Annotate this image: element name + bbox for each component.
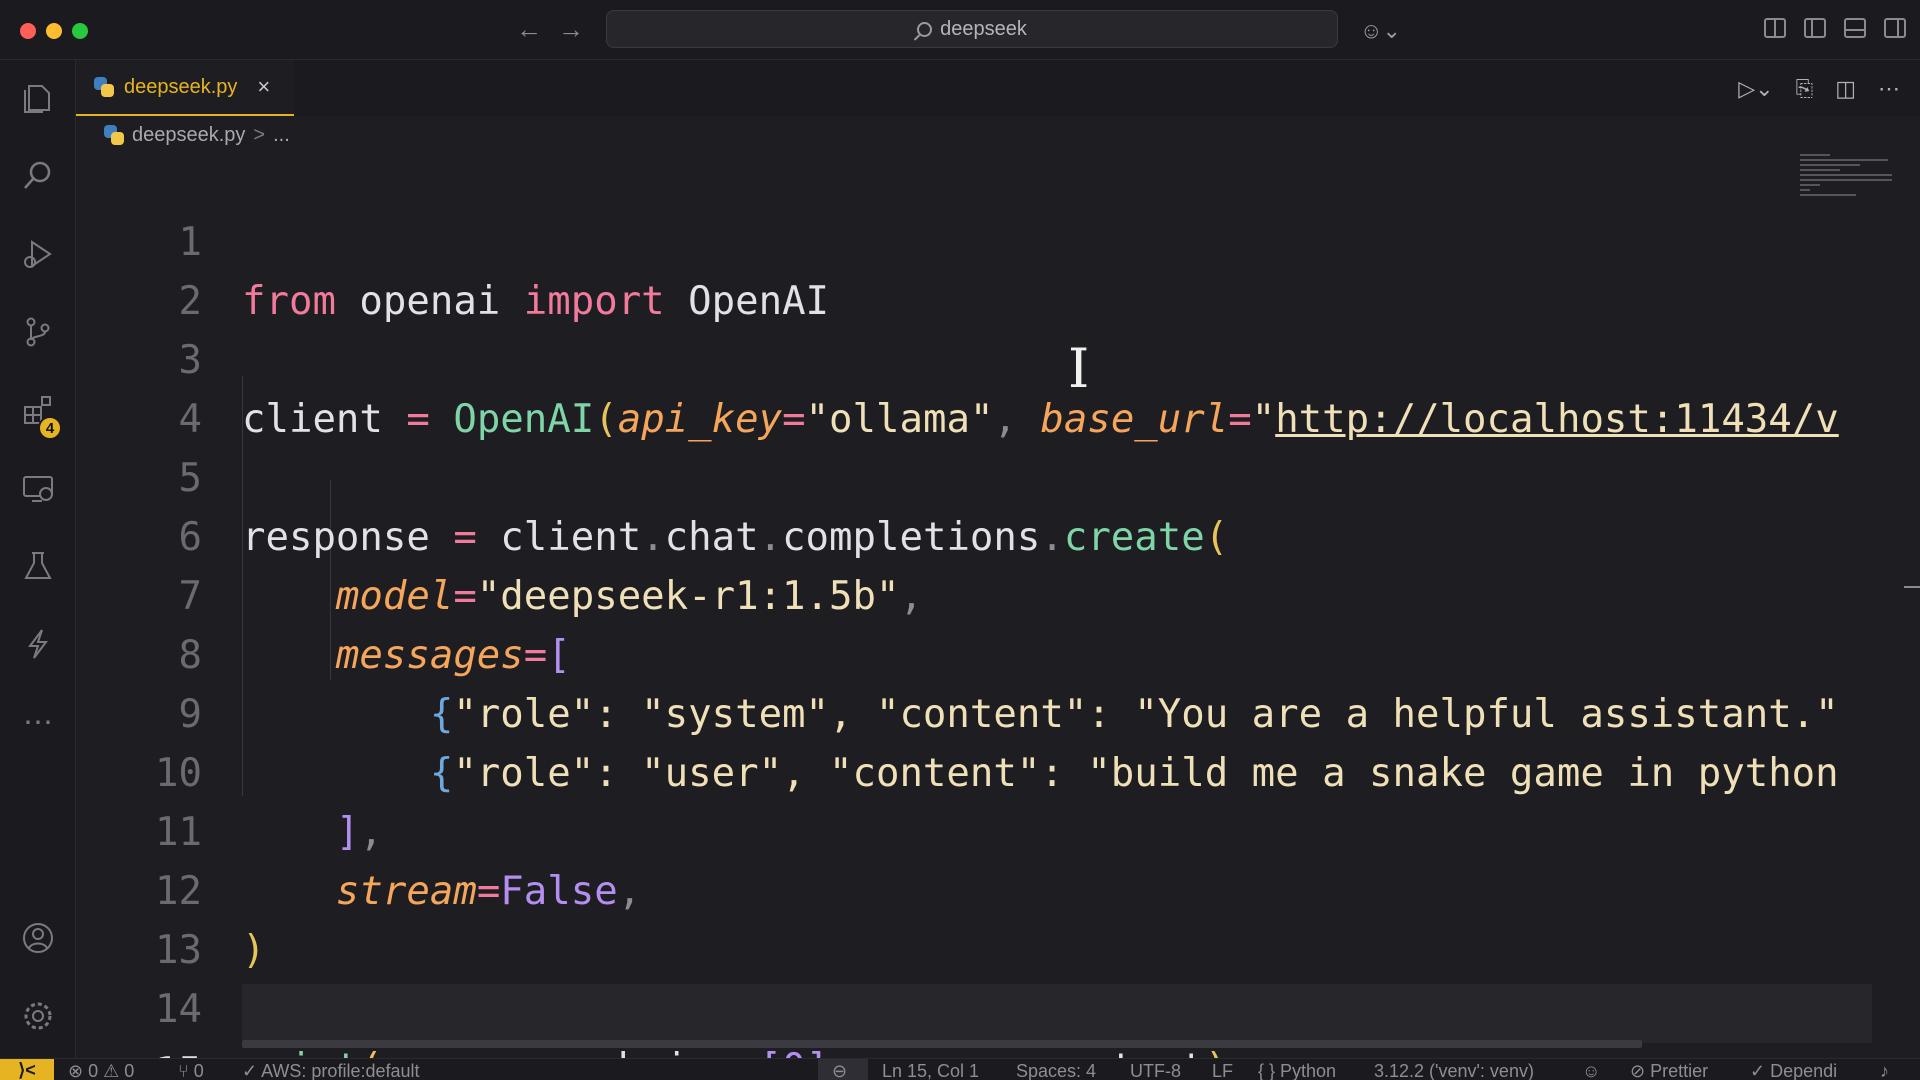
dependi-status[interactable]: ✓ Dependi	[1750, 1060, 1837, 1080]
open-changes-icon[interactable]: ⎘	[1796, 76, 1814, 102]
code-line: 9 {"role": "user", "content": "build me …	[76, 626, 1839, 796]
breadcrumb-separator: >	[253, 123, 266, 146]
tab-label: deepseek.py	[124, 75, 238, 98]
back-arrow-icon[interactable]: ←	[516, 14, 542, 44]
breadcrumb-symbols[interactable]: ...	[273, 124, 290, 147]
code-line: 2	[76, 213, 1796, 324]
code-line: 6 model="deepseek-r1:1.5b",	[76, 449, 1796, 619]
command-center-search[interactable]: deepseek	[606, 10, 1338, 48]
toggle-secondary-sidebar-icon[interactable]	[1884, 18, 1906, 38]
language-mode[interactable]: { } Python	[1258, 1060, 1336, 1080]
problems-indicator[interactable]: ⊗ 0 ⚠ 0	[68, 1060, 134, 1080]
encoding[interactable]: UTF-8	[1130, 1060, 1181, 1080]
editor-tab-bar: deepseek.py × ▷⌄ ⎘ ◫ ⋯	[76, 60, 1920, 116]
code-line: 10 ],	[76, 685, 1796, 855]
remote-indicator[interactable]: ⟩<	[0, 1059, 54, 1080]
search-icon	[917, 21, 933, 37]
status-bar: ⟩< ⊗ 0 ⚠ 0 ⑂ 0 ✓ AWS: profile:default ⊖ …	[0, 1058, 1920, 1080]
aws-toolkit-icon[interactable]	[18, 624, 58, 664]
notifications-icon[interactable]: ♪	[1880, 1060, 1889, 1080]
manage-gear-icon[interactable]	[18, 996, 58, 1036]
code-line: 5 response = client.chat.completions.cre…	[76, 390, 1796, 560]
accounts-icon[interactable]	[18, 918, 58, 958]
code-line: 1 from openai import OpenAI	[76, 154, 1796, 324]
zoom-icon[interactable]: ⊖	[832, 1060, 847, 1080]
overview-ruler-marker	[1904, 586, 1920, 588]
search-icon[interactable]	[18, 156, 58, 196]
minimize-window-button[interactable]	[46, 23, 62, 39]
text-cursor-icon: I	[1068, 337, 1090, 400]
python-file-icon	[94, 77, 114, 97]
more-actions-icon[interactable]: ⋯	[1878, 76, 1900, 102]
copilot-icon[interactable]: ☺⌄	[1360, 18, 1401, 44]
line-ending[interactable]: LF	[1212, 1060, 1233, 1080]
customize-layout-icon[interactable]	[1764, 18, 1786, 38]
indentation[interactable]: Spaces: 4	[1016, 1060, 1096, 1080]
ports-indicator[interactable]: ⑂ 0	[178, 1060, 204, 1080]
editor-actions: ▷⌄ ⎘ ◫ ⋯	[1738, 76, 1900, 102]
horizontal-scrollbar[interactable]	[242, 1040, 1642, 1048]
close-icon[interactable]: ×	[257, 74, 270, 100]
toggle-primary-sidebar-icon[interactable]	[1804, 18, 1826, 38]
extensions-badge: 4	[38, 416, 62, 440]
python-file-icon	[104, 125, 124, 145]
aws-profile[interactable]: ✓ AWS: profile:default	[242, 1060, 420, 1080]
code-line: 4	[76, 331, 1796, 442]
layout-controls	[1764, 18, 1906, 38]
close-window-button[interactable]	[20, 23, 36, 39]
code-line: 15	[76, 984, 1796, 1080]
minimap[interactable]	[1800, 154, 1896, 214]
code-line: 7 messages=[	[76, 508, 1796, 678]
forward-arrow-icon[interactable]: →	[558, 14, 584, 44]
code-line: 14 print(response.choices[0].message.con…	[76, 921, 1796, 1080]
maximize-window-button[interactable]	[72, 23, 88, 39]
remote-explorer-icon[interactable]	[18, 468, 58, 508]
toggle-panel-icon[interactable]	[1844, 18, 1866, 38]
copilot-status-icon[interactable]: ☺	[1582, 1060, 1600, 1080]
split-editor-icon[interactable]: ◫	[1835, 76, 1856, 102]
code-editor[interactable]: 1 from openai import OpenAI 2 3 client =…	[76, 154, 1872, 1080]
code-line: 11 stream=False,	[76, 744, 1796, 914]
code-line: 12 )	[76, 803, 1796, 973]
explorer-icon[interactable]	[18, 78, 58, 118]
breadcrumb-file[interactable]: deepseek.py	[132, 124, 245, 147]
code-line: 13	[76, 862, 1796, 973]
code-line: 3 client = OpenAI(api_key="ollama", base…	[76, 272, 1839, 442]
title-bar: ← → deepseek ☺⌄	[0, 0, 1920, 60]
run-python-file-icon[interactable]: ▷⌄	[1738, 76, 1773, 102]
tab-deepseek-py[interactable]: deepseek.py ×	[76, 60, 294, 116]
activity-bar: 4 ⋯	[0, 60, 76, 1058]
breadcrumb: deepseek.py > ...	[76, 116, 1920, 154]
testing-icon[interactable]	[18, 546, 58, 586]
run-and-debug-icon[interactable]	[18, 234, 58, 274]
workspace-name: deepseek	[940, 17, 1027, 40]
more-views-icon[interactable]: ⋯	[18, 702, 58, 742]
prettier-status[interactable]: ⊘ Prettier	[1630, 1060, 1708, 1080]
code-line: 8 {"role": "system", "content": "You are…	[76, 567, 1839, 737]
source-control-icon[interactable]	[18, 312, 58, 352]
cursor-position[interactable]: Ln 15, Col 1	[882, 1060, 979, 1080]
python-interpreter[interactable]: 3.12.2 ('venv': venv)	[1374, 1060, 1534, 1080]
